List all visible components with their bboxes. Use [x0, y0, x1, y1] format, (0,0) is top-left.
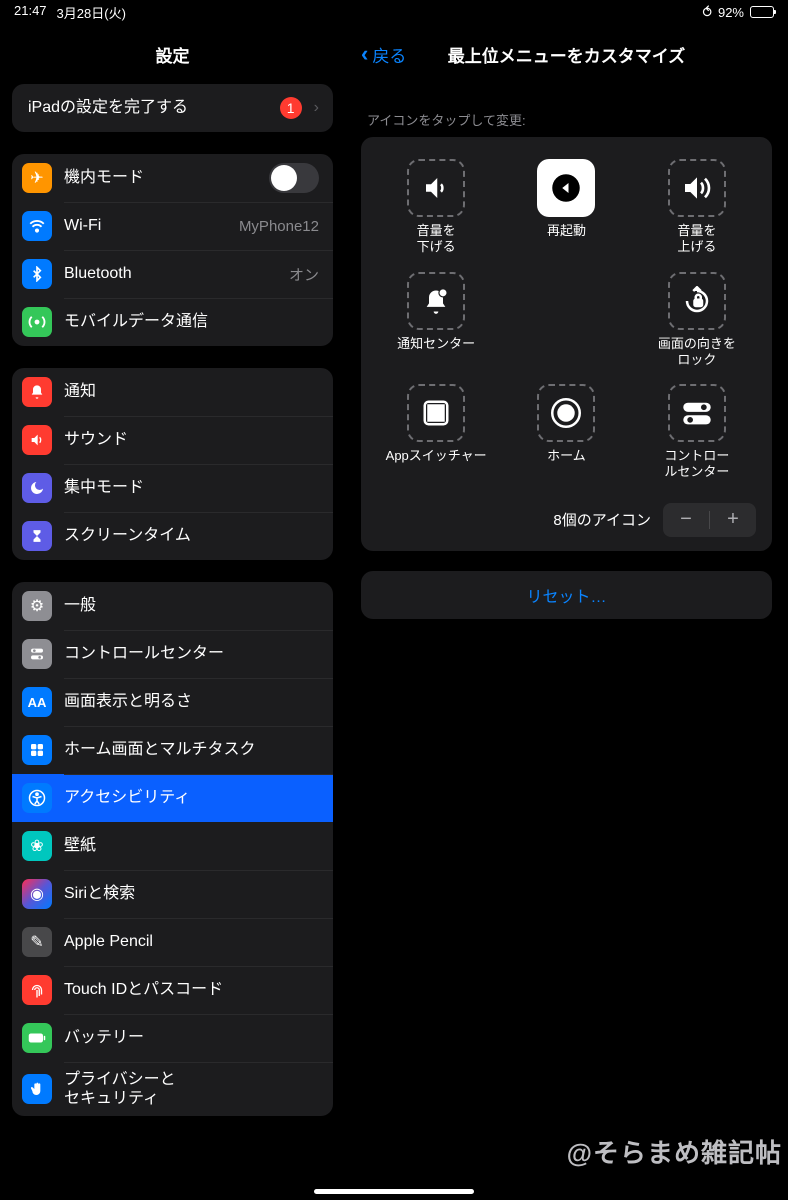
sidebar-item-homescreen[interactable]: ホーム画面とマルチタスク	[12, 726, 333, 774]
wifi-icon	[22, 211, 52, 241]
sidebar-item-sound[interactable]: サウンド	[12, 416, 333, 464]
orientation-lock-icon	[668, 272, 726, 330]
volume-up-icon	[668, 159, 726, 217]
back-button[interactable]: ‹ 戻る	[361, 41, 406, 67]
apps-grid-icon	[22, 735, 52, 765]
wifi-value: MyPhone12	[239, 218, 319, 235]
tile-home[interactable]: ホーム	[501, 378, 631, 491]
flower-icon: ❀	[22, 831, 52, 861]
home-indicator[interactable]	[314, 1189, 474, 1194]
status-bar: 21:47 3月28日(火) ⥀ 92%	[0, 0, 788, 24]
airplane-icon: ✈	[22, 163, 52, 193]
tile-app-switcher[interactable]: Appスイッチャー	[371, 378, 501, 491]
gear-icon: ⚙	[22, 591, 52, 621]
tile-control-center[interactable]: コントロー ルセンター	[632, 378, 762, 491]
fingerprint-icon	[22, 975, 52, 1005]
badge-icon: 1	[280, 97, 302, 119]
nav-bar: ‹ 戻る 最上位メニューをカスタマイズ	[345, 24, 788, 84]
tile-restart[interactable]: 再起動	[501, 153, 631, 266]
toggles-icon	[22, 639, 52, 669]
hourglass-icon	[22, 521, 52, 551]
restart-icon	[537, 159, 595, 217]
watermark: @そらまめ雑記帖	[567, 1133, 782, 1170]
sidebar-title: 設定	[0, 24, 345, 84]
icon-count-stepper: − +	[663, 503, 756, 537]
sidebar-item-control-center[interactable]: コントロールセンター	[12, 630, 333, 678]
speaker-icon	[22, 425, 52, 455]
siri-icon: ◉	[22, 879, 52, 909]
sidebar-item-screentime[interactable]: スクリーンタイム	[12, 512, 333, 560]
accessibility-icon	[22, 783, 52, 813]
sidebar-item-accessibility[interactable]: アクセシビリティ	[12, 774, 333, 822]
volume-down-icon	[407, 159, 465, 217]
cellular-icon	[22, 307, 52, 337]
tile-orientation-lock[interactable]: 画面の向きを ロック	[632, 266, 762, 379]
sidebar-item-general[interactable]: ⚙ 一般	[12, 582, 333, 630]
bell-badge-icon	[407, 272, 465, 330]
bell-icon	[22, 377, 52, 407]
bluetooth-icon	[22, 259, 52, 289]
chevron-right-icon: ›	[314, 99, 319, 117]
sidebar-item-focus[interactable]: 集中モード	[12, 464, 333, 512]
sidebar-item-wallpaper[interactable]: ❀ 壁紙	[12, 822, 333, 870]
icon-count: 8個のアイコン	[553, 509, 651, 530]
stepper-minus-button[interactable]: −	[663, 503, 709, 537]
sidebar-item-wifi[interactable]: Wi-Fi MyPhone12	[12, 202, 333, 250]
moon-icon	[22, 473, 52, 503]
sidebar-item-battery[interactable]: バッテリー	[12, 1014, 333, 1062]
status-date: 3月28日(火)	[57, 3, 126, 22]
section-hint: アイコンをタップして変更:	[367, 110, 766, 129]
bt-value: オン	[289, 264, 319, 285]
pencil-icon: ✎	[22, 927, 52, 957]
page-title: 最上位メニューをカスタマイズ	[345, 42, 788, 67]
sidebar-item-cellular[interactable]: モバイルデータ通信	[12, 298, 333, 346]
battery-pct: 92%	[718, 5, 744, 20]
text-size-icon: AA	[22, 687, 52, 717]
sidebar-item-display[interactable]: AA 画面表示と明るさ	[12, 678, 333, 726]
battery-icon	[750, 6, 774, 18]
sidebar-item-siri[interactable]: ◉ Siriと検索	[12, 870, 333, 918]
sidebar-item-airplane[interactable]: ✈ 機内モード	[12, 154, 333, 202]
tile-volume-up[interactable]: 音量を 上げる	[632, 153, 762, 266]
hand-icon	[22, 1074, 52, 1104]
stepper-plus-button[interactable]: +	[710, 503, 756, 537]
sidebar-item-privacy[interactable]: プライバシーと セキュリティ	[12, 1062, 333, 1116]
status-time: 21:47	[14, 3, 47, 22]
tile-notification-center[interactable]: 通知センター	[371, 266, 501, 379]
airplane-toggle[interactable]	[269, 163, 319, 193]
chevron-left-icon: ‹	[361, 41, 368, 67]
sidebar-item-pencil[interactable]: ✎ Apple Pencil	[12, 918, 333, 966]
tile-volume-down[interactable]: 音量を 下げる	[371, 153, 501, 266]
personal-hotspot-icon: ⥀	[702, 4, 712, 21]
sidebar-item-touchid[interactable]: Touch IDとパスコード	[12, 966, 333, 1014]
icons-panel: 音量を 下げる 再起動 音量を 上げる 通知センター	[361, 137, 772, 551]
app-switcher-icon	[407, 384, 465, 442]
reset-button[interactable]: リセット…	[361, 571, 772, 619]
battery-list-icon	[22, 1023, 52, 1053]
sidebar-item-finish-setup[interactable]: iPadの設定を完了する 1 ›	[12, 84, 333, 132]
row-label: iPadの設定を完了する	[22, 98, 268, 117]
home-circle-icon	[537, 384, 595, 442]
control-center-icon	[668, 384, 726, 442]
sidebar-item-bluetooth[interactable]: Bluetooth オン	[12, 250, 333, 298]
sidebar-item-notifications[interactable]: 通知	[12, 368, 333, 416]
